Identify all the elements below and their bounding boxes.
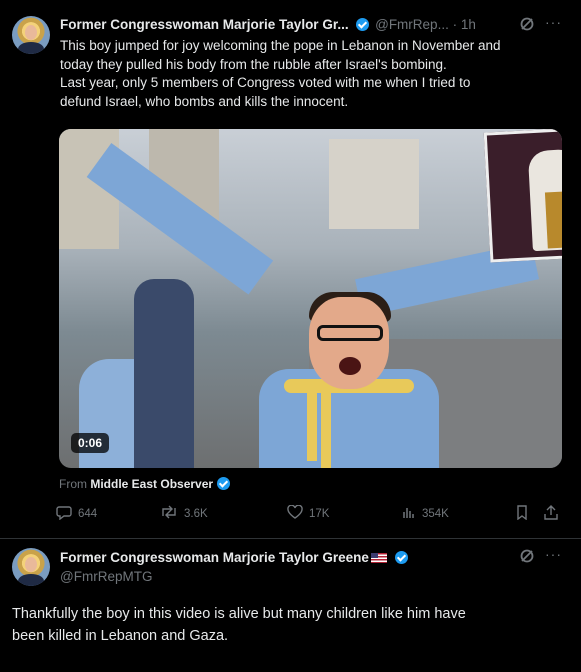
post-text-line: been killed in Lebanon and Gaza. — [12, 628, 229, 644]
share-button[interactable] — [544, 505, 558, 523]
post-text-line: Last year, only 5 members of Congress vo… — [60, 75, 471, 90]
verified-badge-icon — [394, 551, 408, 564]
child-figure — [134, 279, 194, 468]
bookmark-icon — [516, 505, 528, 523]
post-text-line: today they pulled his body from the rubb… — [60, 56, 447, 72]
like-button[interactable]: 17K — [287, 504, 330, 522]
share-icon — [544, 505, 558, 523]
post-1-header: Former Congresswoman Marjorie Taylor Gr.… — [60, 17, 476, 32]
post-divider — [0, 538, 581, 539]
post-text-line: This boy jumped for joy welcoming the po… — [60, 38, 501, 53]
pope-poster — [483, 129, 562, 263]
repost-button[interactable]: 3.6K — [160, 505, 208, 522]
author-avatar[interactable] — [12, 16, 50, 54]
post-text-line: defund Israel, who bombs and kills the i… — [60, 93, 349, 109]
reply-button[interactable]: 644 — [56, 505, 97, 523]
reply-icon — [56, 505, 72, 523]
separator-dot: · — [452, 17, 461, 32]
grok-icon[interactable] — [519, 16, 535, 35]
scout-scarf — [321, 391, 331, 468]
background-building — [329, 139, 419, 229]
scout-scarf — [307, 391, 317, 461]
like-icon — [287, 504, 303, 522]
source-prefix: From — [59, 477, 87, 491]
boy-glasses — [317, 325, 383, 341]
post-2-header: Former Congresswoman Marjorie Taylor Gre… — [60, 550, 410, 565]
boy-mouth — [339, 357, 361, 375]
post-time[interactable]: 1h — [461, 17, 476, 32]
us-flag-icon — [370, 553, 387, 563]
reply-count: 644 — [78, 508, 98, 520]
boy-face — [309, 297, 389, 389]
view-count: 354K — [422, 507, 449, 520]
repost-count: 3.6K — [184, 507, 208, 520]
views-button[interactable]: 354K — [402, 505, 449, 522]
verified-badge-icon — [217, 477, 231, 490]
post-text-line: Thankfully the boy in this video is aliv… — [12, 606, 466, 622]
post-actions: 644 3.6K 17K 354K — [56, 504, 566, 525]
video-player[interactable]: 0:06 — [59, 129, 562, 468]
like-count: 17K — [309, 507, 330, 520]
author-name[interactable]: Former Congresswoman Marjorie Taylor Gr.… — [60, 17, 349, 32]
author-handle[interactable]: @FmrRepMTG — [60, 569, 152, 584]
post-1-text: This boy jumped for joy welcoming the po… — [60, 37, 570, 111]
author-name[interactable]: Former Congresswoman Marjorie Taylor Gre… — [60, 550, 369, 565]
video-timestamp: 0:06 — [71, 433, 110, 453]
views-icon — [402, 505, 416, 522]
author-handle[interactable]: @FmrRep... — [375, 17, 449, 32]
post-1[interactable]: Former Congresswoman Marjorie Taylor Gr.… — [0, 0, 581, 538]
bookmark-button[interactable] — [516, 505, 528, 523]
verified-badge-icon — [356, 18, 370, 31]
grok-icon[interactable] — [519, 548, 535, 567]
media-source: From Middle East Observer — [59, 477, 232, 491]
repost-icon — [160, 505, 178, 522]
post-2-text: Thankfully the boy in this video is aliv… — [12, 603, 572, 647]
more-icon[interactable]: ··· — [545, 546, 562, 562]
author-avatar[interactable] — [12, 548, 50, 586]
source-name[interactable]: Middle East Observer — [90, 477, 213, 491]
more-icon[interactable]: ··· — [545, 14, 562, 30]
